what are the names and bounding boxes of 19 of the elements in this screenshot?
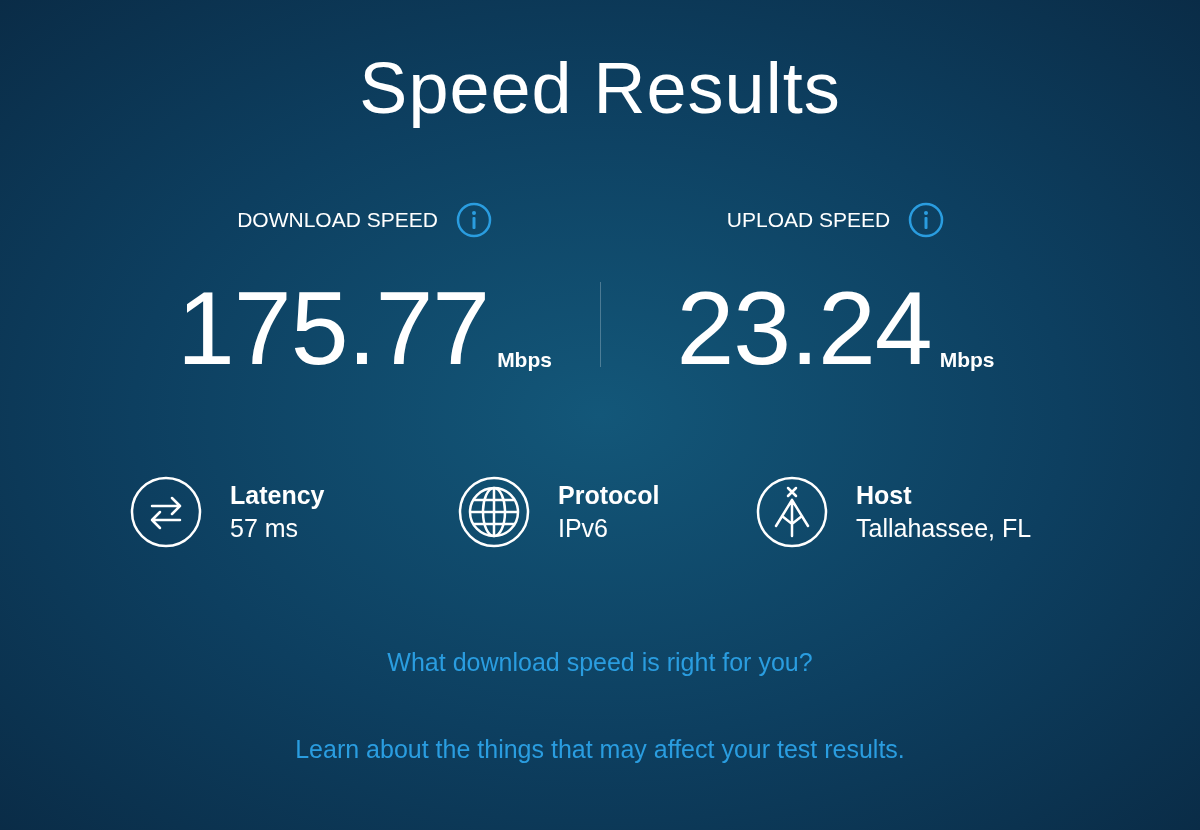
speed-label: DOWNLOAD SPEED: [237, 208, 438, 232]
help-link[interactable]: What download speed is right for you?: [387, 647, 813, 677]
metric-value: IPv6: [558, 513, 610, 543]
metric-value: 57 ms: [230, 513, 300, 543]
speed-value: 175.77: [177, 282, 490, 376]
metric-label: Latency: [230, 480, 325, 510]
globe-icon: [458, 475, 530, 548]
arrows-icon: [130, 475, 202, 548]
speed-label: UPLOAD SPEED: [726, 208, 891, 232]
metric-value: Tallahassee, FL: [856, 513, 1032, 543]
metric-label: Host: [856, 480, 913, 510]
help-link[interactable]: Learn about the things that may affect your test results.: [295, 734, 905, 764]
metric-label: Protocol: [558, 480, 660, 510]
speed-value: 23.24: [676, 282, 932, 376]
info-icon[interactable]: [908, 202, 945, 238]
info-icon[interactable]: [455, 202, 492, 238]
speed-unit: Mbps: [497, 347, 552, 373]
speed-unit: Mbps: [939, 347, 995, 373]
tower-icon: [756, 475, 828, 548]
